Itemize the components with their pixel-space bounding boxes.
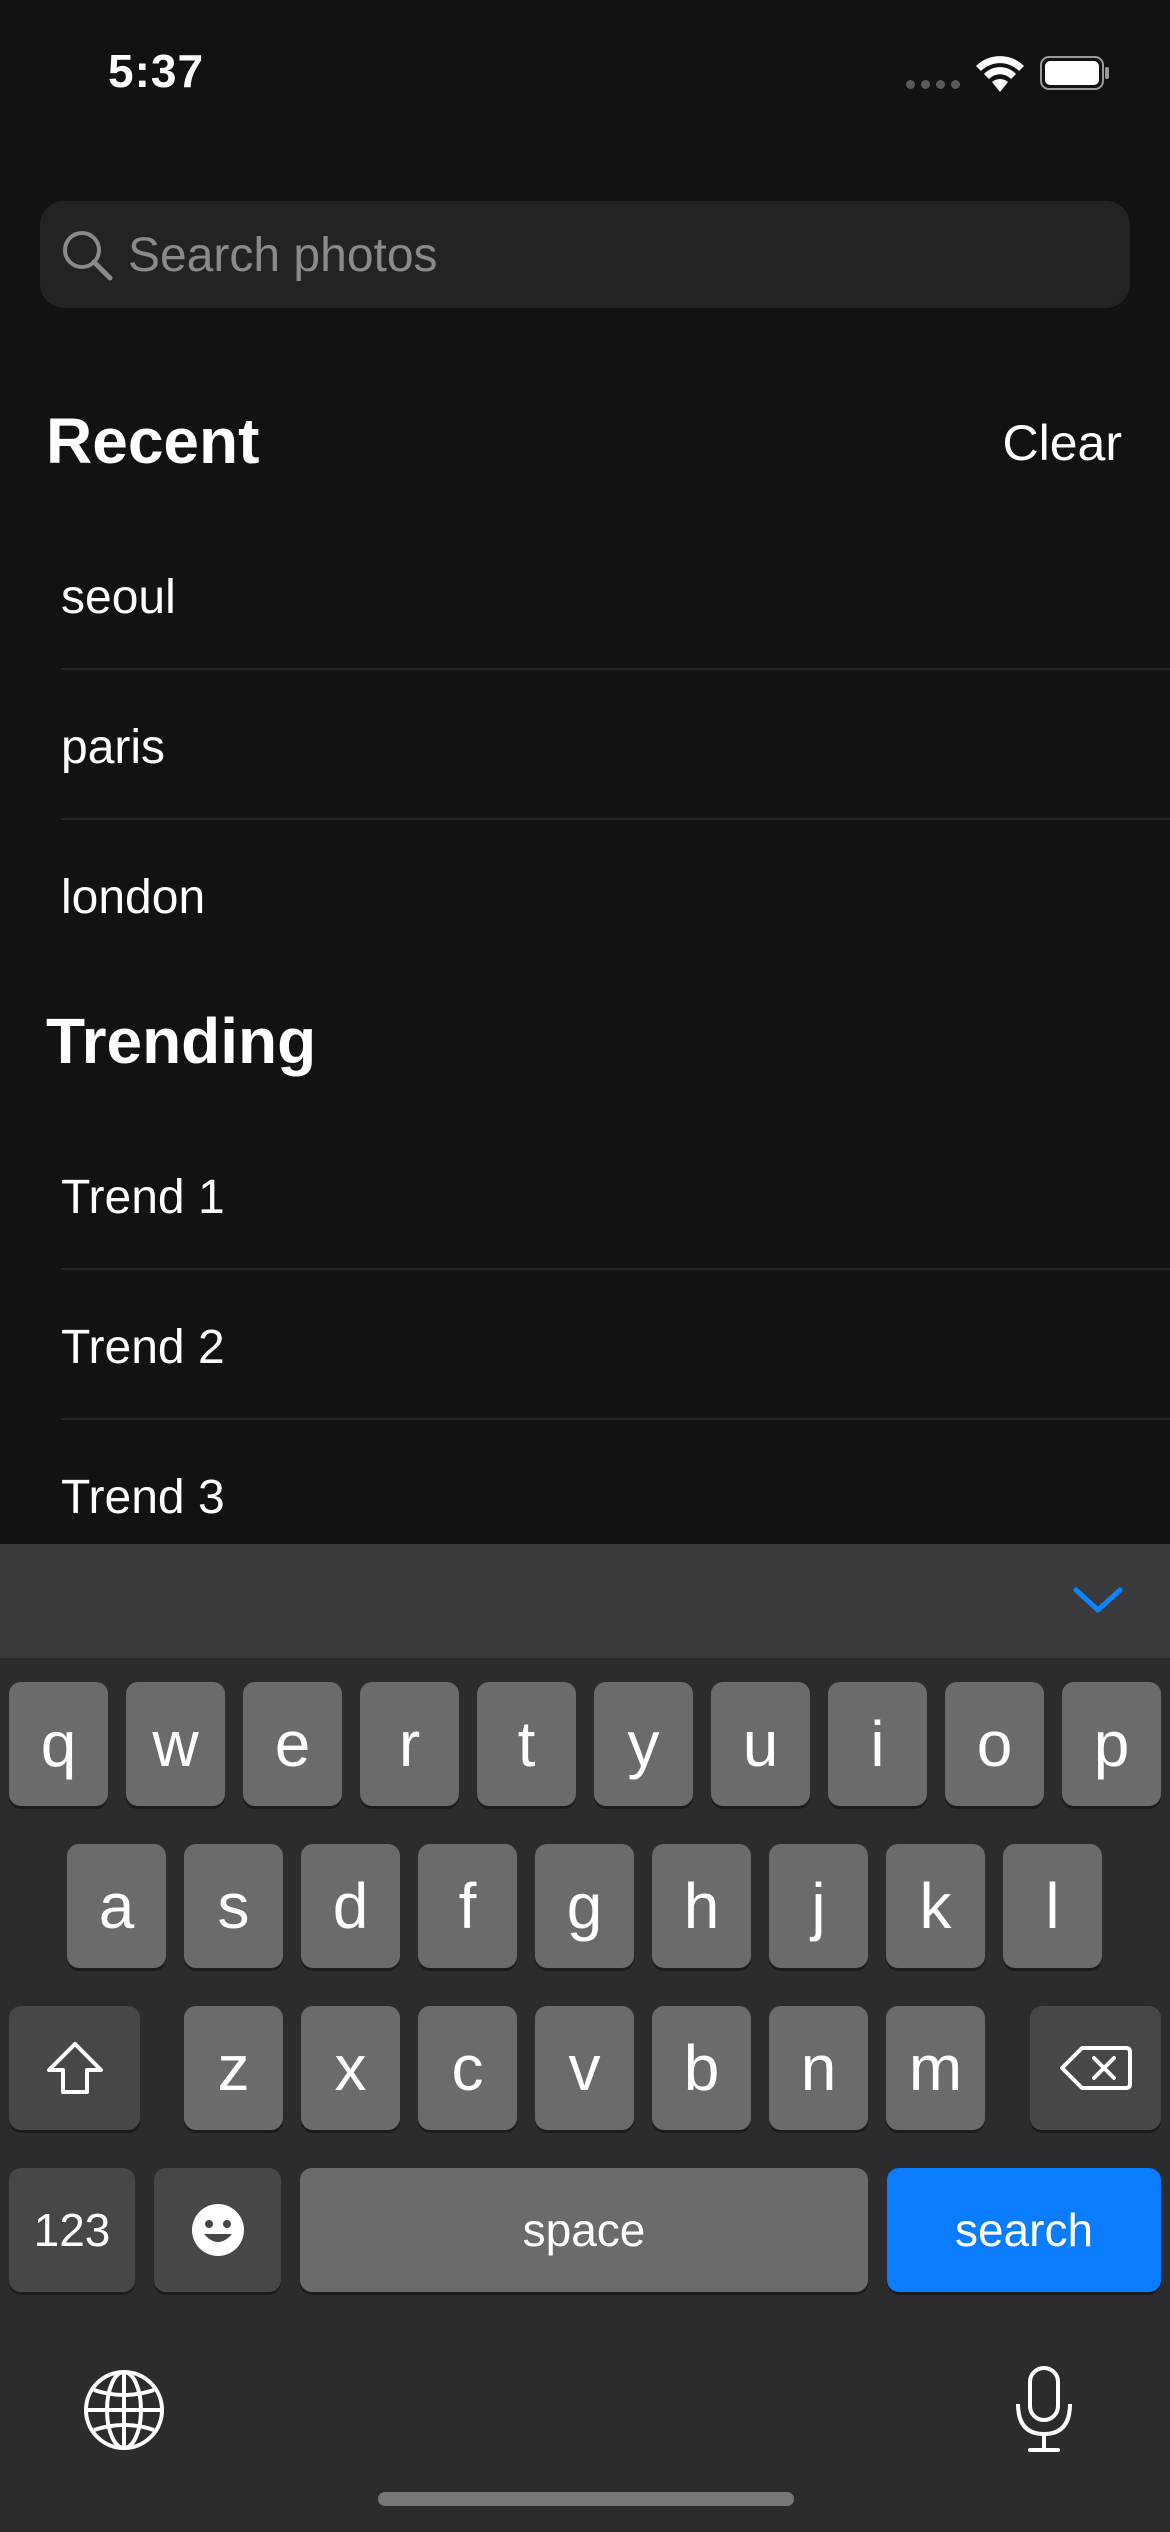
search-input[interactable]: [128, 224, 1108, 286]
delete-key[interactable]: [1030, 2006, 1161, 2130]
key-p[interactable]: p: [1062, 1682, 1161, 1806]
battery-icon: [1040, 56, 1109, 90]
clear-recent-button[interactable]: Clear: [1003, 414, 1122, 472]
key-l[interactable]: l: [1003, 1844, 1102, 1968]
key-m[interactable]: m: [886, 2006, 985, 2130]
trending-item-label: Trend 2: [61, 1321, 225, 1374]
recent-item-label: seoul: [61, 571, 176, 624]
key-s[interactable]: s: [184, 1844, 283, 1968]
emoji-icon: [191, 2204, 244, 2256]
key-k[interactable]: k: [886, 1844, 985, 1968]
search-return-key[interactable]: search: [887, 2168, 1161, 2292]
key-c[interactable]: c: [418, 2006, 517, 2130]
key-q[interactable]: q: [9, 1682, 108, 1806]
recent-item[interactable]: paris: [0, 670, 1170, 820]
recent-item-label: paris: [61, 721, 166, 774]
key-v[interactable]: v: [535, 2006, 634, 2130]
trending-item-label: Trend 1: [61, 1171, 225, 1224]
dismiss-keyboard-chevron-icon[interactable]: [1072, 1582, 1124, 1623]
cellular-signal-icon: [906, 80, 962, 90]
numbers-key[interactable]: 123: [9, 2168, 135, 2292]
trending-item[interactable]: Trend 2: [0, 1270, 1170, 1420]
key-j[interactable]: j: [769, 1844, 868, 1968]
keyboard: q w e r t y u i o p a s d f g h j k l z …: [0, 1658, 1170, 2532]
key-r[interactable]: r: [360, 1682, 459, 1806]
microphone-icon[interactable]: [1012, 2364, 1076, 2461]
key-e[interactable]: e: [243, 1682, 342, 1806]
key-a[interactable]: a: [67, 1844, 166, 1968]
recent-item-label: london: [61, 871, 206, 924]
keyboard-toolbar: [0, 1544, 1170, 1658]
home-indicator[interactable]: [378, 2492, 794, 2506]
key-u[interactable]: u: [711, 1682, 810, 1806]
trending-item[interactable]: Trend 1: [0, 1120, 1170, 1270]
trending-section-title: Trending: [46, 1005, 317, 1077]
key-g[interactable]: g: [535, 1844, 634, 1968]
recent-item[interactable]: london: [0, 820, 1170, 970]
globe-icon[interactable]: [82, 2368, 166, 2457]
key-t[interactable]: t: [477, 1682, 576, 1806]
status-time: 5:37: [108, 45, 205, 97]
shift-key[interactable]: [9, 2006, 140, 2130]
key-o[interactable]: o: [945, 1682, 1044, 1806]
recent-item[interactable]: seoul: [0, 520, 1170, 670]
key-f[interactable]: f: [418, 1844, 517, 1968]
space-key[interactable]: space: [300, 2168, 868, 2292]
wifi-icon: [972, 52, 1028, 99]
key-y[interactable]: y: [594, 1682, 693, 1806]
trending-item-label: Trend 3: [61, 1471, 225, 1524]
emoji-key[interactable]: [154, 2168, 281, 2292]
key-d[interactable]: d: [301, 1844, 400, 1968]
key-w[interactable]: w: [126, 1682, 225, 1806]
backspace-icon: [1059, 2046, 1132, 2090]
shift-arrow-icon: [46, 2042, 103, 2094]
key-z[interactable]: z: [184, 2006, 283, 2130]
search-icon: [60, 228, 114, 287]
key-b[interactable]: b: [652, 2006, 751, 2130]
recent-section-title: Recent: [46, 405, 260, 477]
key-i[interactable]: i: [828, 1682, 927, 1806]
key-h[interactable]: h: [652, 1844, 751, 1968]
key-x[interactable]: x: [301, 2006, 400, 2130]
key-n[interactable]: n: [769, 2006, 868, 2130]
